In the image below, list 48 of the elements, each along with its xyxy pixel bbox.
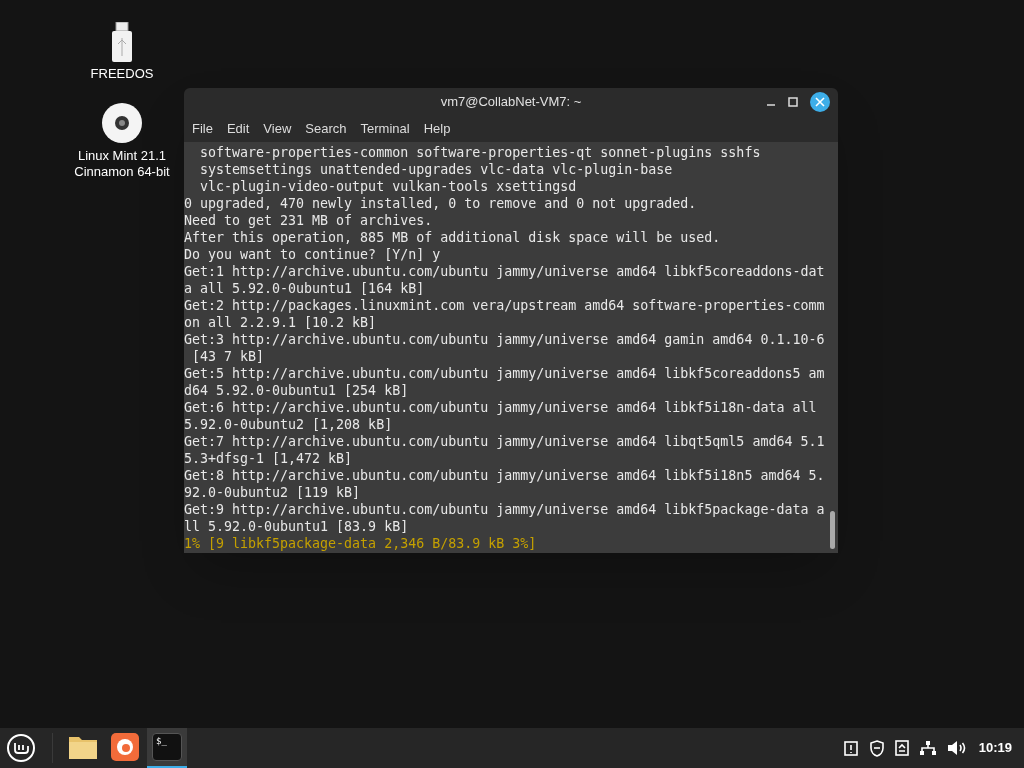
output-line: Get:2 http://packages.linuxmint.com vera/upstream amd64 software-properties-comm: [184, 297, 825, 314]
menu-item[interactable]: Edit: [222, 119, 254, 139]
menu-item[interactable]: Help: [419, 119, 455, 139]
update-icon[interactable]: [894, 740, 909, 756]
output-line: 92.0-0ubuntu2 [119 kB]: [184, 484, 361, 501]
window-title: vm7@CollabNet-VM7: ~: [440, 93, 582, 112]
output-line: systemsettings unattended-upgrades vlc-data vlc-plugin-base: [199, 161, 673, 178]
output-line: a all 5.92.0-0ubuntu1 [164 kB]: [184, 280, 425, 297]
desktop-icon-label: FREEDOS: [90, 66, 154, 82]
folder-icon[interactable]: [68, 734, 98, 760]
menu-item[interactable]: File: [188, 119, 217, 139]
menu-item[interactable]: Terminal: [356, 119, 414, 139]
output-line: software-properties-common software-properties-qt sonnet-plugins sshfs: [199, 144, 761, 161]
network-icon[interactable]: [918, 740, 937, 756]
output-line: Get:7 http://archive.ubuntu.com/ubuntu jammy/universe amd64 libqt5qml5 amd64 5.1: [184, 433, 825, 450]
output-line: Get:6 http://archive.ubuntu.com/ubuntu jammy/universe amd64 libkf5i18n-data all: [184, 399, 817, 416]
output-line: [43 7 kB]: [191, 348, 265, 365]
maximize-icon[interactable]: [788, 97, 798, 107]
output-line: Need to get 231 MB of archives.: [184, 212, 433, 229]
output-line: 0 upgraded, 470 newly installed, 0 to remove and 0 not upgraded.: [184, 195, 697, 212]
output-line: ll 5.92.0-0ubuntu1 [83.9 kB]: [184, 518, 409, 535]
close-icon[interactable]: [810, 92, 830, 112]
shield-icon[interactable]: [868, 739, 885, 757]
disc-icon[interactable]: [101, 102, 143, 144]
output-line: Get:3 http://archive.ubuntu.com/ubuntu jammy/universe amd64 gamin amd64 0.1.10-6: [184, 331, 825, 348]
output-line: 5.92.0-0ubuntu2 [1,208 kB]: [184, 416, 393, 433]
menu-icon[interactable]: [6, 733, 36, 763]
desktop-icon-label: Linux Mint 21.1 Cinnamon 64-bit: [74, 148, 170, 180]
output-line: Get:5 http://archive.ubuntu.com/ubuntu jammy/universe amd64 libkf5coreaddons5 am: [184, 365, 825, 382]
output-line: 5.3+dfsg-1 [1,472 kB]: [184, 450, 353, 467]
progress-line: 1% [9 libkf5package-data 2,346 B/83.9 kB 3%]: [184, 535, 537, 552]
scrollbar-thumb[interactable]: [830, 511, 835, 549]
volume-icon[interactable]: [946, 740, 967, 756]
menu-item[interactable]: View: [259, 119, 296, 139]
output-line: on all 2.2.9.1 [10.2 kB]: [184, 314, 377, 331]
clipboard-icon[interactable]: [842, 740, 859, 756]
output-line: d64 5.92.0-0ubuntu1 [254 kB]: [184, 382, 409, 399]
output-line: Do you want to continue? [Y/n] y: [184, 246, 441, 263]
output-line: vlc-plugin-video-output vulkan-tools xsettingsd: [199, 178, 577, 195]
clock[interactable]: 10:19: [978, 738, 1012, 758]
browser-icon[interactable]: [111, 733, 139, 761]
terminal-app-icon[interactable]: $_: [152, 733, 182, 761]
menu-item[interactable]: Search: [301, 119, 351, 139]
output-line: Get:9 http://archive.ubuntu.com/ubuntu jammy/universe amd64 libkf5package-data a: [184, 501, 825, 518]
usb-drive-icon[interactable]: [111, 22, 133, 62]
output-line: Get:8 http://archive.ubuntu.com/ubuntu jammy/universe amd64 libkf5i18n5 amd64 5.: [184, 467, 825, 484]
output-line: After this operation, 885 MB of additional disk space will be used.: [184, 229, 721, 246]
output-line: Get:1 http://archive.ubuntu.com/ubuntu jammy/universe amd64 libkf5coreaddons-dat: [184, 263, 825, 280]
